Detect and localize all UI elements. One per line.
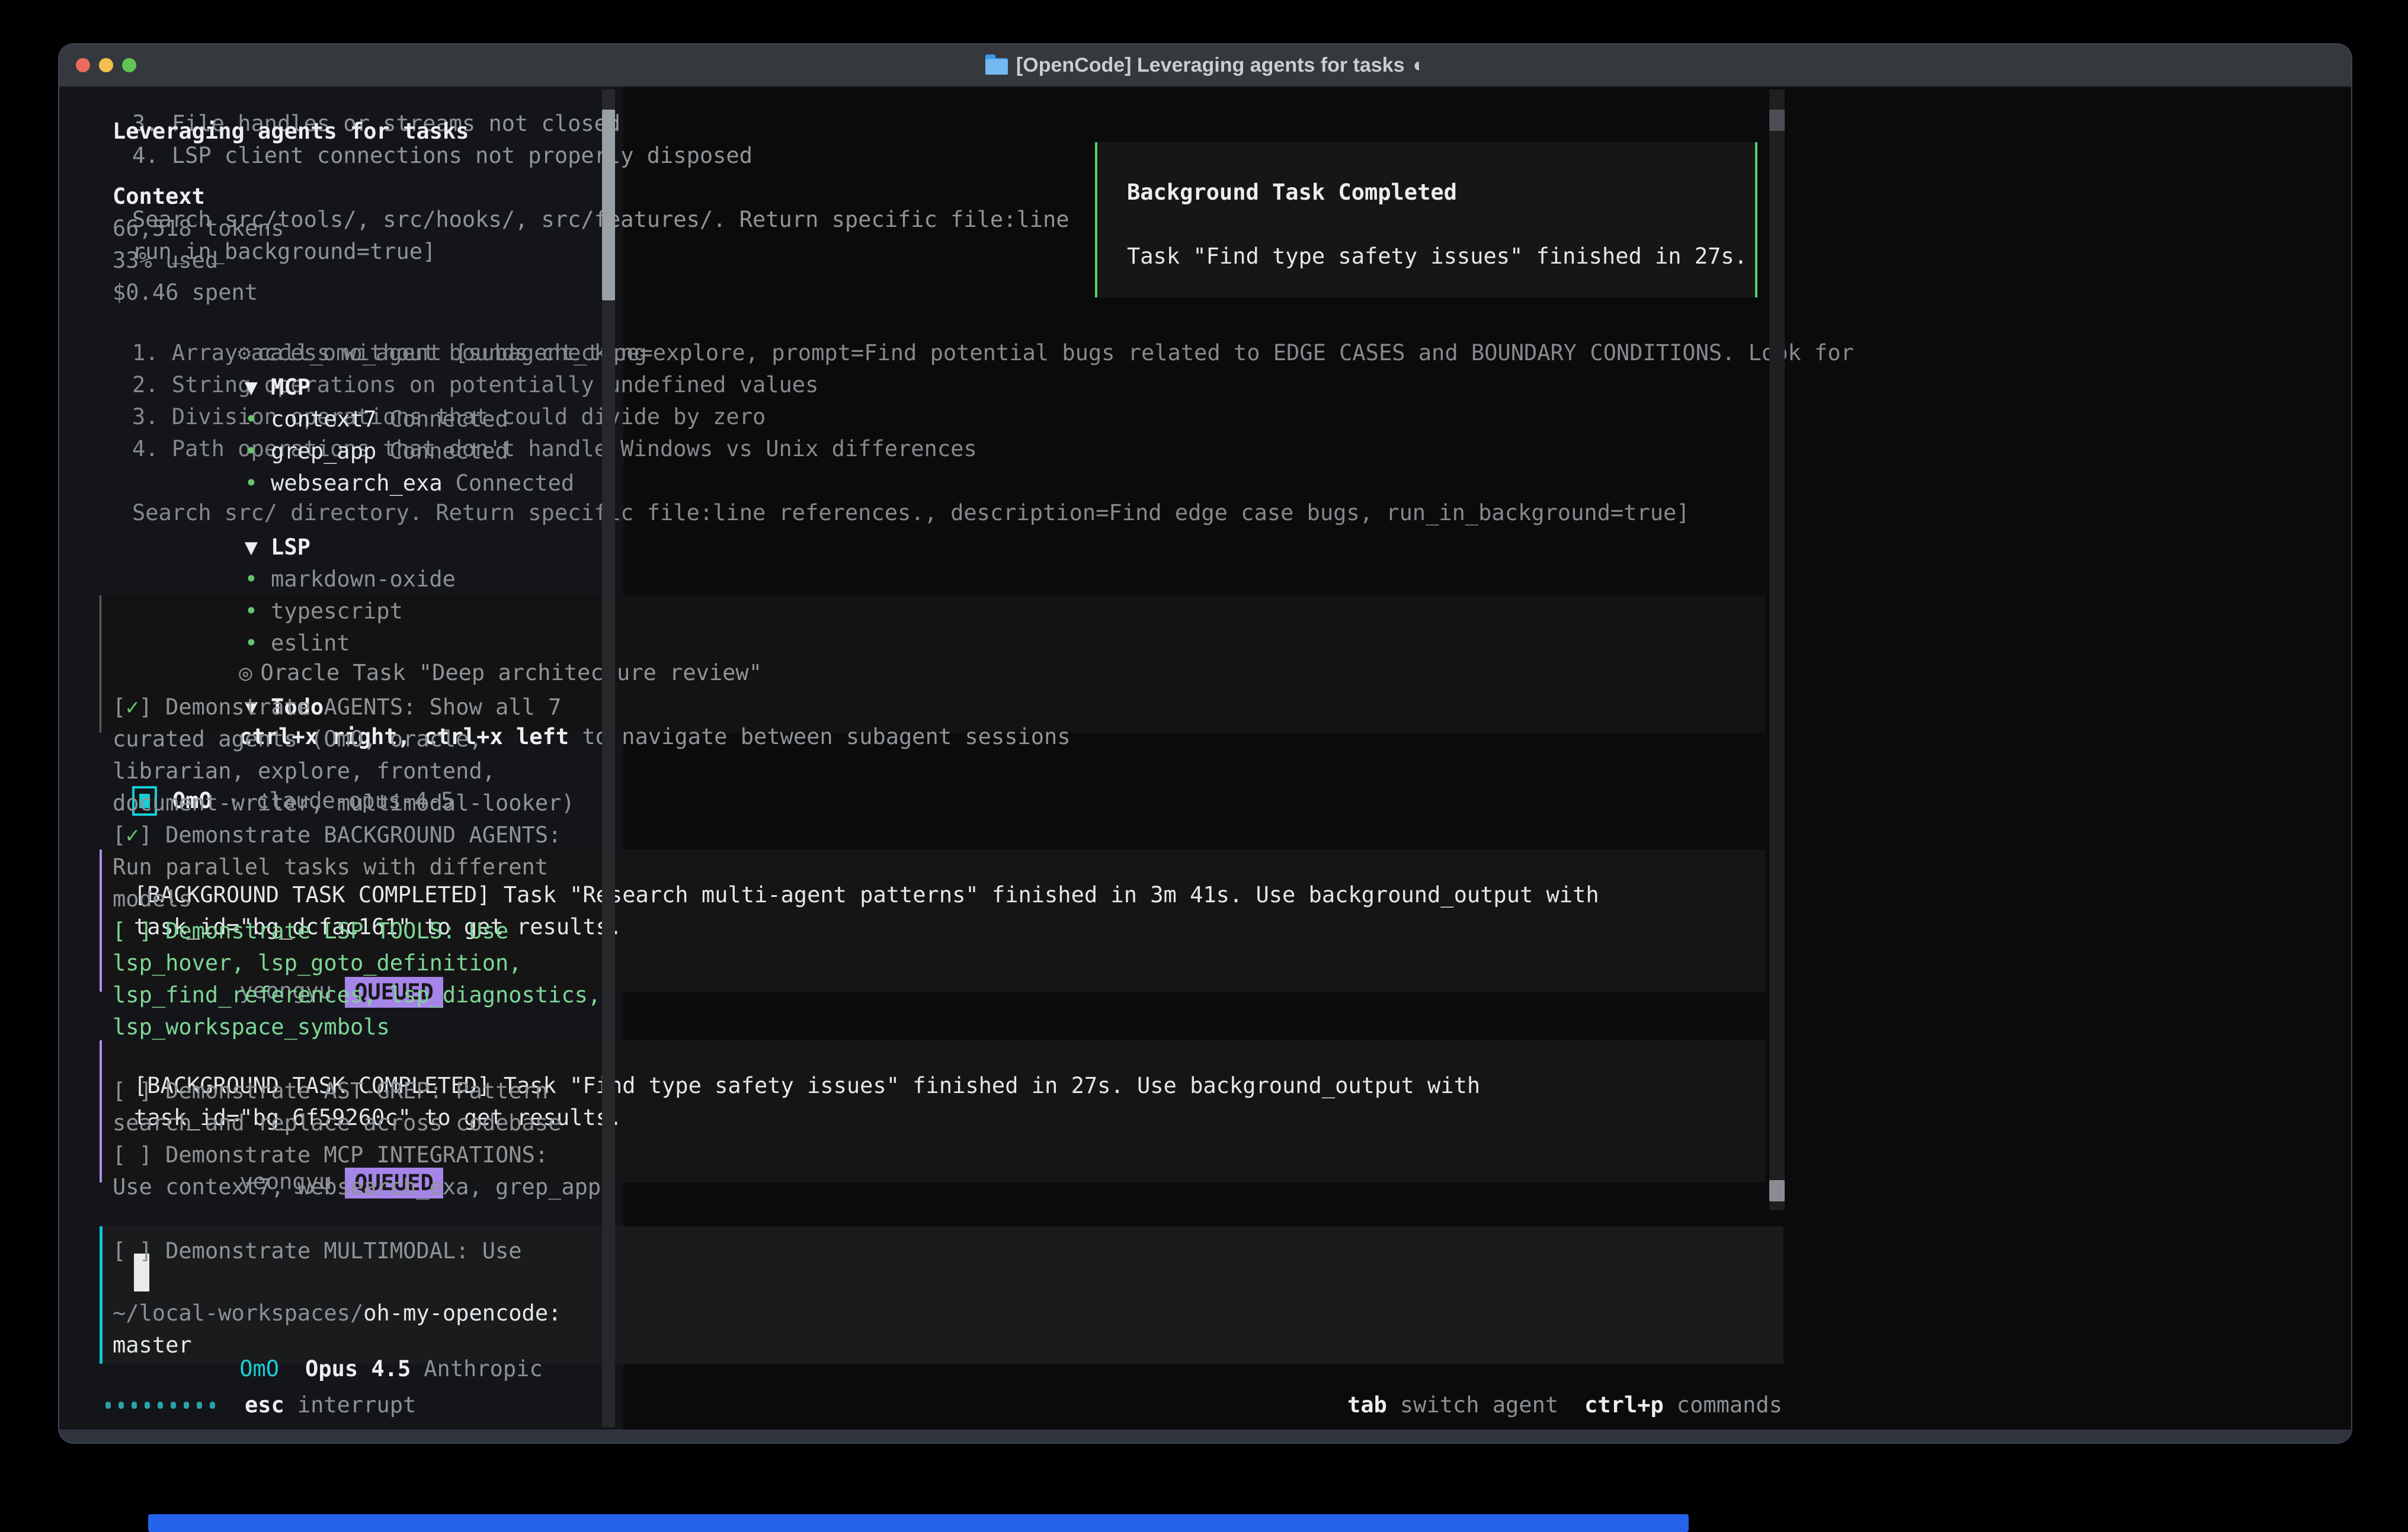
todo-item-pending: [ ] Demonstrate AST-GREP: Pattern search…	[113, 1075, 606, 1139]
check-icon: ✓	[126, 694, 139, 720]
background-task-toast[interactable]: Background Task Completed Task "Find typ…	[1095, 142, 1757, 297]
mcp-section: ▼MCP •context7Connected •grep_appConnect…	[113, 339, 606, 467]
todo-item-pending: [ ] Demonstrate MULTIMODAL: Use	[113, 1235, 606, 1267]
close-button[interactable]	[76, 58, 90, 72]
context-spent: $0.46 spent	[113, 277, 606, 309]
workspace-repo: oh-my-opencode:	[363, 1300, 561, 1326]
status-dot-icon: •	[245, 598, 258, 624]
tab-shortcut: tab	[1347, 1389, 1387, 1421]
status-dot-icon: •	[245, 566, 258, 592]
context-tokens: 66,518 tokens	[113, 213, 606, 245]
main-scrollbar-track[interactable]	[1769, 89, 1785, 1210]
todo-item-done: [✓] Demonstrate BACKGROUND AGENTS: Run p…	[113, 819, 606, 915]
version-info: •OpenCode1.0.163	[113, 1395, 606, 1427]
folder-icon	[985, 58, 1008, 75]
window-title: [OpenCode] Leveraging agents for tasks	[1016, 54, 1405, 77]
empty-checkbox	[126, 1142, 139, 1168]
zoom-button[interactable]	[122, 58, 136, 72]
window-titlebar: [OpenCode] Leveraging agents for tasks ◐	[59, 44, 2351, 87]
todo-item-done: [✓] Demonstrate AGENTS: Show all 7 curat…	[113, 691, 606, 819]
main-scrollbar-thumb[interactable]	[1769, 110, 1785, 131]
toast-title: Background Task Completed	[1127, 177, 1755, 209]
workspace-branch: master	[113, 1329, 606, 1361]
status-dot-icon: •	[245, 406, 258, 432]
toast-body: Task "Find type safety issues" finished …	[1127, 241, 1755, 273]
lsp-section: ▼LSP •markdown-oxide •typescript •eslint	[113, 499, 606, 627]
ctrlp-shortcut-label: commands	[1677, 1389, 1782, 1421]
empty-checkbox	[126, 1238, 139, 1264]
workspace-path: ~/local-workspaces/	[113, 1300, 363, 1326]
ctrlp-shortcut: ctrl+p	[1584, 1389, 1664, 1421]
workspace-info: ~/local-workspaces/oh-my-opencode: maste…	[113, 1297, 606, 1361]
empty-checkbox	[126, 918, 139, 944]
opencode-terminal-window: [OpenCode] Leveraging agents for tasks ◐…	[59, 44, 2351, 1443]
mcp-section-header[interactable]: ▼MCP	[113, 339, 606, 371]
todo-item-active: [ ] Demonstrate LSP TOOLS: Use lsp_hover…	[113, 915, 606, 1043]
check-icon: ✓	[126, 822, 139, 848]
status-dot-icon: •	[245, 630, 258, 656]
main-scrollbar-thumb-lower[interactable]	[1769, 1180, 1785, 1201]
traffic-lights	[76, 44, 136, 86]
session-sidebar: Leveraging agents for tasks Context 66,5…	[59, 87, 623, 1430]
todo-item-pending: [ ] Demonstrate MCP INTEGRATIONS: Use co…	[113, 1139, 606, 1203]
status-dot-icon: •	[245, 438, 258, 464]
context-section: Context 66,518 tokens 33% used $0.46 spe…	[113, 181, 606, 309]
session-state-icon: ◐	[1413, 54, 1426, 77]
dock-strip	[148, 1514, 1689, 1532]
context-header: Context	[113, 181, 606, 213]
lsp-section-header[interactable]: ▼LSP	[113, 499, 606, 531]
todo-section: ▼Todo [✓] Demonstrate AGENTS: Show all 7…	[113, 659, 606, 1267]
context-used: 33% used	[113, 245, 606, 277]
status-dot-icon: •	[245, 470, 258, 496]
sidebar-title: Leveraging agents for tasks	[113, 116, 606, 148]
todo-section-header[interactable]: ▼Todo	[113, 659, 606, 691]
tab-shortcut-label: switch agent	[1400, 1389, 1558, 1421]
sidebar-scrollbar-thumb[interactable]	[602, 110, 615, 300]
chevron-down-icon: ▼	[245, 534, 258, 560]
empty-checkbox	[126, 1078, 139, 1104]
minimize-button[interactable]	[99, 58, 113, 72]
window-bottom-edge	[59, 1430, 2351, 1443]
chevron-down-icon: ▼	[245, 374, 258, 400]
oracle-hint-text: to navigate between subagent sessions	[569, 724, 1070, 749]
